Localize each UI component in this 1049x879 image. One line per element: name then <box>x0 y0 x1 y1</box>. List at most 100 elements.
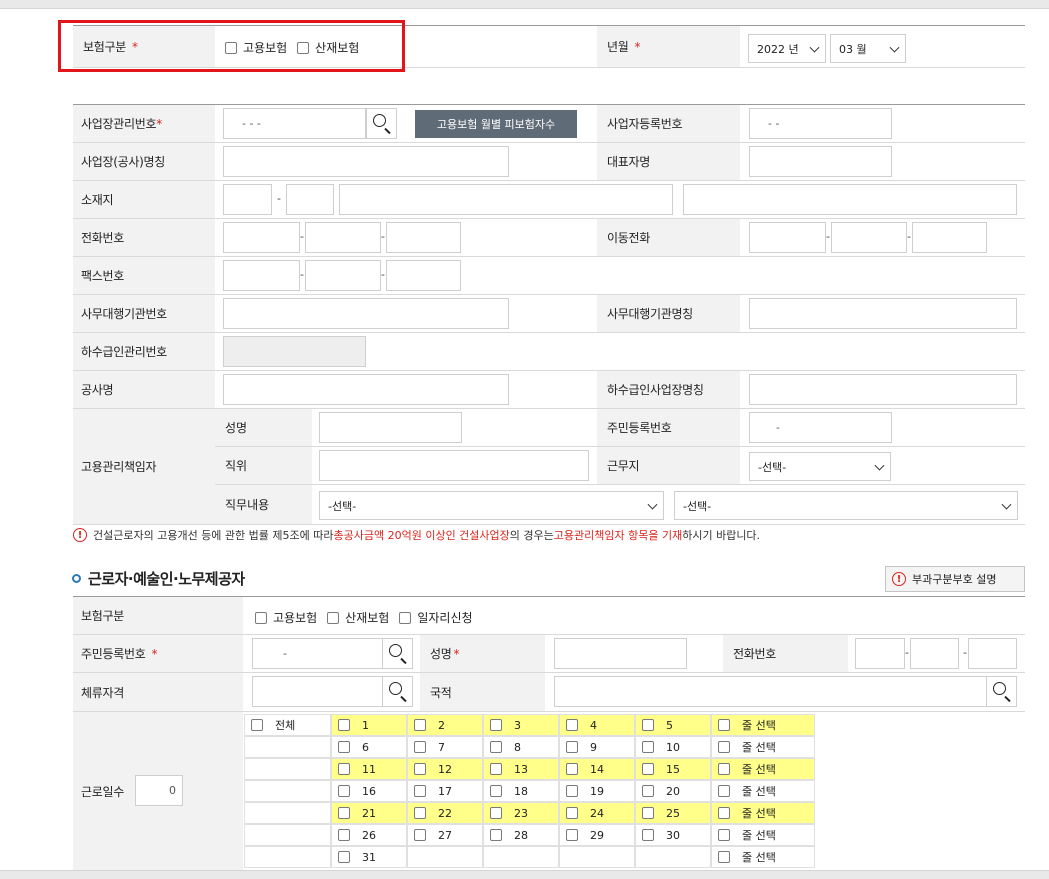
day-cell[interactable]: 12 <box>407 758 483 780</box>
day-checkbox[interactable] <box>566 741 578 753</box>
day-cell[interactable]: 18 <box>483 780 559 802</box>
fax-input-2[interactable] <box>305 260 381 291</box>
day-cell[interactable] <box>407 846 483 868</box>
mgmt-no-search-button[interactable] <box>366 108 397 139</box>
day-checkbox[interactable] <box>338 763 350 775</box>
mobile-input-2[interactable] <box>831 222 907 253</box>
worker-industrial-checkbox[interactable] <box>327 611 340 624</box>
address-detail-input[interactable] <box>683 184 1017 215</box>
worker-rrn-search-button[interactable] <box>382 638 413 669</box>
day-cell[interactable]: 31 <box>331 846 407 868</box>
duty-select-2[interactable]: -선택- <box>674 491 1018 520</box>
row-select-checkbox[interactable] <box>718 851 730 863</box>
worker-name-input[interactable] <box>554 638 687 669</box>
row-select-checkbox[interactable] <box>718 763 730 775</box>
day-checkbox[interactable] <box>642 719 654 731</box>
day-cell[interactable]: 17 <box>407 780 483 802</box>
day-checkbox[interactable] <box>338 807 350 819</box>
day-checkbox[interactable] <box>414 763 426 775</box>
day-cell[interactable]: 16 <box>331 780 407 802</box>
day-checkbox[interactable] <box>642 763 654 775</box>
day-checkbox[interactable] <box>414 741 426 753</box>
month-select[interactable]: 03 월 <box>830 34 906 63</box>
mobile-input-3[interactable] <box>912 222 987 253</box>
agency-name-input[interactable] <box>749 298 1017 329</box>
day-cell[interactable]: 30 <box>635 824 711 846</box>
day-cell[interactable]: 1 <box>331 714 407 736</box>
day-cell[interactable]: 15 <box>635 758 711 780</box>
day-checkbox[interactable] <box>414 807 426 819</box>
day-cell[interactable]: 23 <box>483 802 559 824</box>
year-select[interactable]: 2022 년 <box>748 34 826 63</box>
day-checkbox[interactable] <box>642 829 654 841</box>
day-checkbox[interactable] <box>566 829 578 841</box>
day-cell[interactable]: 19 <box>559 780 635 802</box>
row-select-cell[interactable]: 줄 선택 <box>711 824 815 846</box>
mgr-name-input[interactable] <box>319 412 462 443</box>
day-checkbox[interactable] <box>338 829 350 841</box>
worker-phone-input-2[interactable] <box>910 638 959 669</box>
day-checkbox[interactable] <box>490 763 502 775</box>
day-cell[interactable] <box>559 846 635 868</box>
mgr-rrn-input[interactable]: - <box>749 412 892 443</box>
day-checkbox[interactable] <box>566 719 578 731</box>
day-checkbox[interactable] <box>414 719 426 731</box>
row-select-checkbox[interactable] <box>718 829 730 841</box>
day-cell[interactable]: 13 <box>483 758 559 780</box>
nationality-search-button[interactable] <box>986 676 1017 707</box>
day-cell[interactable]: 6 <box>331 736 407 758</box>
zipcode-input-2[interactable] <box>286 184 334 215</box>
stay-status-search-button[interactable] <box>382 676 413 707</box>
day-checkbox[interactable] <box>414 829 426 841</box>
day-checkbox[interactable] <box>566 785 578 797</box>
mgmt-no-input[interactable]: - - - <box>223 108 366 139</box>
stay-status-input[interactable] <box>252 676 383 707</box>
worker-phone-input-1[interactable] <box>855 638 905 669</box>
select-all-checkbox[interactable] <box>251 719 263 731</box>
phone-input-3[interactable] <box>386 222 461 253</box>
mgr-worksite-select[interactable]: -선택- <box>749 452 891 481</box>
row-select-cell[interactable]: 줄 선택 <box>711 758 815 780</box>
day-checkbox[interactable] <box>490 829 502 841</box>
duty-select-1[interactable]: -선택- <box>319 491 664 520</box>
day-cell[interactable]: 28 <box>483 824 559 846</box>
day-checkbox[interactable] <box>338 785 350 797</box>
row-select-checkbox[interactable] <box>718 807 730 819</box>
sub-name-input[interactable] <box>749 374 1017 405</box>
monthly-insured-button[interactable]: 고용보험 월별 피보험자수 <box>415 110 577 138</box>
representative-input[interactable] <box>749 146 892 177</box>
day-cell[interactable] <box>635 846 711 868</box>
day-checkbox[interactable] <box>642 785 654 797</box>
row-select-checkbox[interactable] <box>718 741 730 753</box>
zipcode-input-1[interactable] <box>223 184 272 215</box>
row-select-cell[interactable]: 줄 선택 <box>711 846 815 868</box>
workdays-input[interactable]: 0 <box>135 775 183 806</box>
day-cell[interactable]: 24 <box>559 802 635 824</box>
mgr-position-input[interactable] <box>319 450 589 481</box>
day-cell[interactable] <box>483 846 559 868</box>
address-input[interactable] <box>339 184 673 215</box>
row-select-cell[interactable]: 줄 선택 <box>711 802 815 824</box>
levy-code-button[interactable]: ! 부과구분부호 설명 <box>885 566 1025 592</box>
day-cell[interactable]: 25 <box>635 802 711 824</box>
day-checkbox[interactable] <box>642 741 654 753</box>
day-checkbox[interactable] <box>642 807 654 819</box>
row-select-cell[interactable]: 줄 선택 <box>711 780 815 802</box>
row-select-cell[interactable]: 줄 선택 <box>711 714 815 736</box>
day-checkbox[interactable] <box>490 785 502 797</box>
day-cell[interactable]: 5 <box>635 714 711 736</box>
phone-input-1[interactable] <box>223 222 300 253</box>
day-cell[interactable]: 2 <box>407 714 483 736</box>
daily-job-checkbox[interactable] <box>399 611 412 624</box>
day-cell[interactable]: 20 <box>635 780 711 802</box>
biz-reg-input[interactable]: - - <box>749 108 892 139</box>
nationality-input[interactable] <box>554 676 987 707</box>
day-cell[interactable]: 11 <box>331 758 407 780</box>
day-cell[interactable]: 29 <box>559 824 635 846</box>
day-checkbox[interactable] <box>490 807 502 819</box>
row-select-cell[interactable]: 줄 선택 <box>711 736 815 758</box>
mobile-input-1[interactable] <box>749 222 826 253</box>
day-cell[interactable]: 26 <box>331 824 407 846</box>
agency-no-input[interactable] <box>223 298 509 329</box>
project-input[interactable] <box>223 374 509 405</box>
